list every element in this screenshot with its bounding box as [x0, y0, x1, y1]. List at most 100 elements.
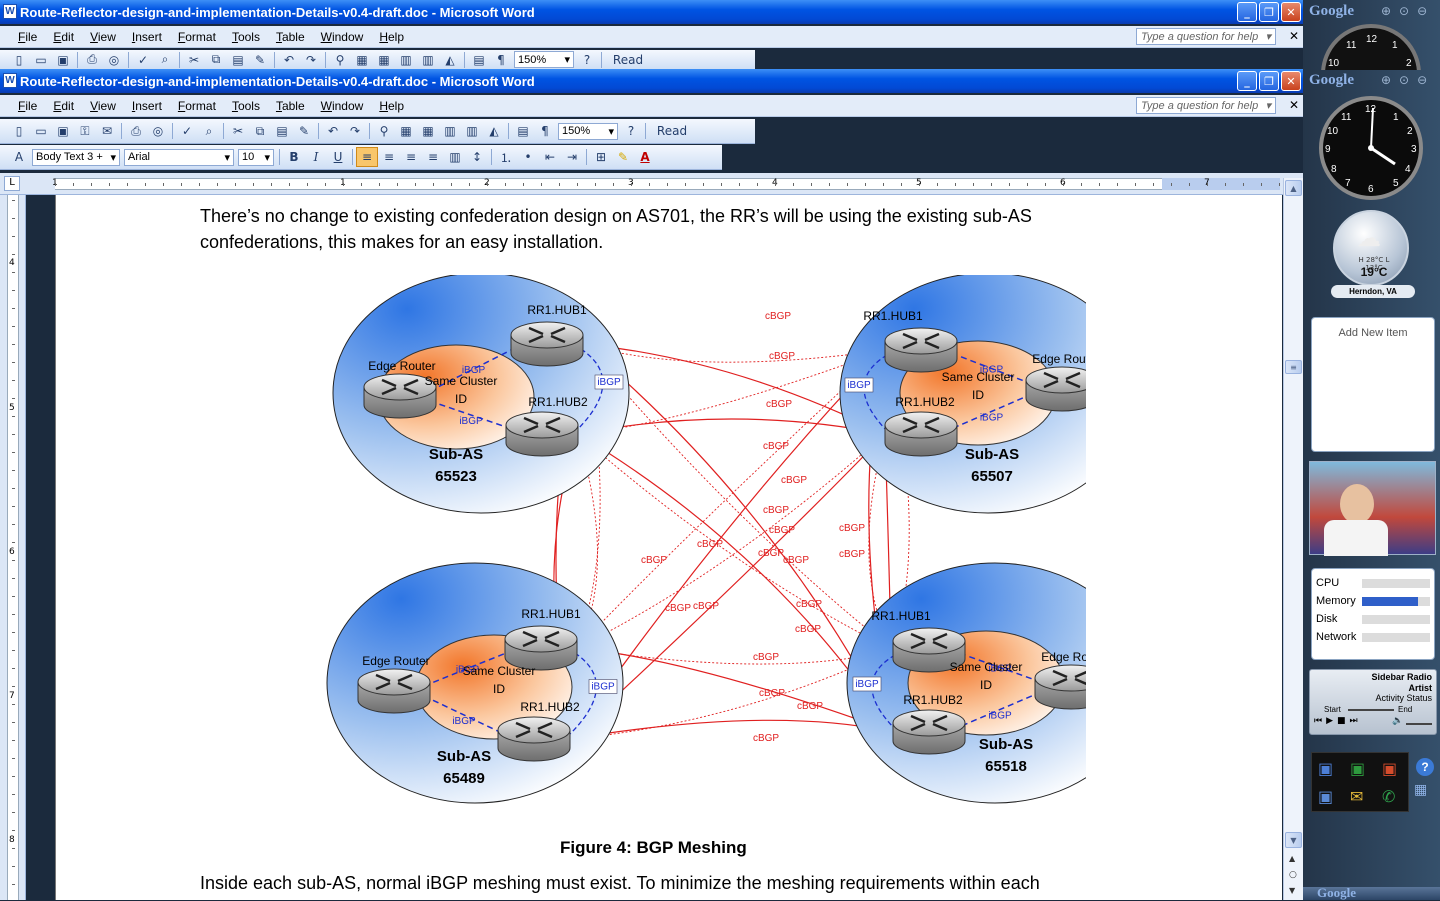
weather-city-select[interactable]: Herndon, VA: [1331, 285, 1415, 298]
menu-help[interactable]: Help: [371, 30, 412, 44]
bold-button[interactable]: B: [283, 147, 305, 167]
save-icon[interactable]: ▣: [52, 121, 74, 141]
columns-icon[interactable]: ▥: [461, 121, 483, 141]
publisher-icon[interactable]: ▣: [1318, 787, 1333, 806]
menu-edit[interactable]: Edit: [45, 99, 82, 113]
excel-icon[interactable]: ▥: [395, 50, 417, 70]
sidebar-controls-icon[interactable]: ⊕⊙⊖: [1381, 73, 1435, 87]
prev-page-icon[interactable]: ▲: [1289, 854, 1295, 863]
print-icon[interactable]: ⎙: [125, 121, 147, 141]
new-doc-icon[interactable]: ▯: [8, 121, 30, 141]
distributed-icon[interactable]: ▥: [444, 147, 466, 167]
photo-slideshow[interactable]: [1309, 461, 1436, 556]
help-icon[interactable]: ?: [576, 50, 598, 70]
volume-slider[interactable]: [1406, 723, 1432, 725]
pilcrow-icon[interactable]: ¶: [490, 50, 512, 70]
open-icon[interactable]: ▭: [30, 50, 52, 70]
volume-icon[interactable]: 🔈: [1392, 716, 1403, 726]
vertical-ruler[interactable]: 4 5 6 7 8: [0, 195, 26, 900]
underline-button[interactable]: U: [327, 147, 349, 167]
zoom-select[interactable]: 150% ▾: [558, 122, 618, 140]
horizontal-ruler[interactable]: L 11234567: [0, 173, 1303, 195]
read-button[interactable]: Read: [649, 121, 695, 141]
hyperlink-icon[interactable]: ⚲: [373, 121, 395, 141]
align-center-icon[interactable]: ≡: [378, 147, 400, 167]
help-icon[interactable]: ?: [1416, 758, 1434, 776]
preview-icon[interactable]: ◎: [147, 121, 169, 141]
format-painter-icon[interactable]: ✎: [249, 50, 271, 70]
cut-icon[interactable]: ✂: [227, 121, 249, 141]
close-doc-icon[interactable]: ✕: [1289, 98, 1299, 112]
next-page-icon[interactable]: ▼: [1289, 886, 1295, 895]
zoom-select[interactable]: 150% ▾: [514, 51, 574, 68]
scroll-thumb[interactable]: ≡: [1285, 360, 1302, 374]
new-doc-icon[interactable]: ▯: [8, 50, 30, 70]
border-icon[interactable]: ⊞: [590, 147, 612, 167]
read-button[interactable]: Read: [605, 50, 651, 70]
sidebar-radio-gadget[interactable]: Sidebar Radio Artist Activity Status Star…: [1309, 669, 1437, 735]
font-select[interactable]: Arial ▾: [124, 148, 234, 166]
restore-button[interactable]: ❐: [1259, 71, 1279, 91]
redo-icon[interactable]: ↷: [300, 50, 322, 70]
vertical-scrollbar[interactable]: ▲ ≡ ▼ ▲ ○ ▼: [1283, 178, 1303, 900]
excel-icon[interactable]: ▥: [439, 121, 461, 141]
research-icon[interactable]: ⌕: [154, 50, 176, 70]
columns-icon[interactable]: ▥: [417, 50, 439, 70]
menu-edit[interactable]: Edit: [45, 30, 82, 44]
tables-icon[interactable]: ▦: [351, 50, 373, 70]
weather-gadget[interactable]: ☁ H 28°C L 13°C 19°C: [1333, 210, 1409, 286]
scroll-up-icon[interactable]: ▲: [1285, 180, 1302, 196]
doc-map-icon[interactable]: ▤: [512, 121, 534, 141]
minimize-button[interactable]: _: [1237, 71, 1257, 91]
style-select[interactable]: Body Text 3 + ▾: [32, 148, 120, 166]
email-icon[interactable]: ✉: [96, 121, 118, 141]
close-button[interactable]: ✕: [1281, 2, 1301, 22]
align-right-icon[interactable]: ≡: [400, 147, 422, 167]
radio-progress-slider[interactable]: [1348, 709, 1394, 711]
increase-indent-icon[interactable]: ⇥: [561, 147, 583, 167]
numbering-icon[interactable]: ⒈: [495, 147, 517, 167]
tables-icon[interactable]: ▦: [395, 121, 417, 141]
italic-button[interactable]: I: [305, 147, 327, 167]
tab-selector[interactable]: L: [4, 176, 20, 191]
menu-insert[interactable]: Insert: [124, 30, 170, 44]
save-icon[interactable]: ▣: [52, 50, 74, 70]
menu-format[interactable]: Format: [170, 30, 224, 44]
drawing-icon[interactable]: ◭: [439, 50, 461, 70]
font-color-icon[interactable]: A: [634, 147, 656, 167]
paste-icon[interactable]: ▤: [227, 50, 249, 70]
outlook-icon[interactable]: ✉: [1350, 787, 1363, 806]
font-size-select[interactable]: 10 ▾: [238, 148, 274, 166]
pilcrow-icon[interactable]: ¶: [534, 121, 556, 141]
menu-format[interactable]: Format: [170, 99, 224, 113]
scroll-down-icon[interactable]: ▼: [1285, 832, 1302, 848]
cut-icon[interactable]: ✂: [183, 50, 205, 70]
insert-table-icon[interactable]: ▦: [417, 121, 439, 141]
hyperlink-icon[interactable]: ⚲: [329, 50, 351, 70]
menu-table[interactable]: Table: [268, 30, 313, 44]
undo-icon[interactable]: ↶: [322, 121, 344, 141]
minimize-button[interactable]: _: [1237, 2, 1257, 22]
menu-window[interactable]: Window: [313, 99, 372, 113]
grid-menu-icon[interactable]: ▦: [1414, 782, 1427, 798]
menu-help[interactable]: Help: [371, 99, 412, 113]
add-item-gadget[interactable]: Add New Item: [1311, 317, 1435, 452]
powerpoint-icon[interactable]: ▣: [1382, 759, 1397, 778]
document-page[interactable]: There’s no change to existing confederat…: [55, 195, 1282, 900]
help-search-input[interactable]: Type a question for help ▾: [1136, 28, 1276, 45]
menu-insert[interactable]: Insert: [124, 99, 170, 113]
permission-icon[interactable]: ⚿: [74, 121, 96, 141]
phone-icon[interactable]: ✆: [1382, 787, 1395, 806]
menu-view[interactable]: View: [82, 30, 124, 44]
insert-table-icon[interactable]: ▦: [373, 50, 395, 70]
add-new-item-label[interactable]: Add New Item: [1312, 327, 1434, 339]
word-icon[interactable]: ▣: [1318, 759, 1333, 778]
close-doc-icon[interactable]: ✕: [1289, 29, 1299, 43]
menu-file[interactable]: File: [10, 99, 45, 113]
sidebar-controls-icon[interactable]: ⊕⊙⊖: [1381, 4, 1435, 18]
justify-icon[interactable]: ≡: [422, 147, 444, 167]
format-painter-icon[interactable]: ✎: [293, 121, 315, 141]
window-titlebar[interactable]: W Route-Reflector-design-and-implementat…: [0, 69, 1303, 93]
highlight-icon[interactable]: ✎: [612, 147, 634, 167]
spelling-icon[interactable]: ✓: [132, 50, 154, 70]
